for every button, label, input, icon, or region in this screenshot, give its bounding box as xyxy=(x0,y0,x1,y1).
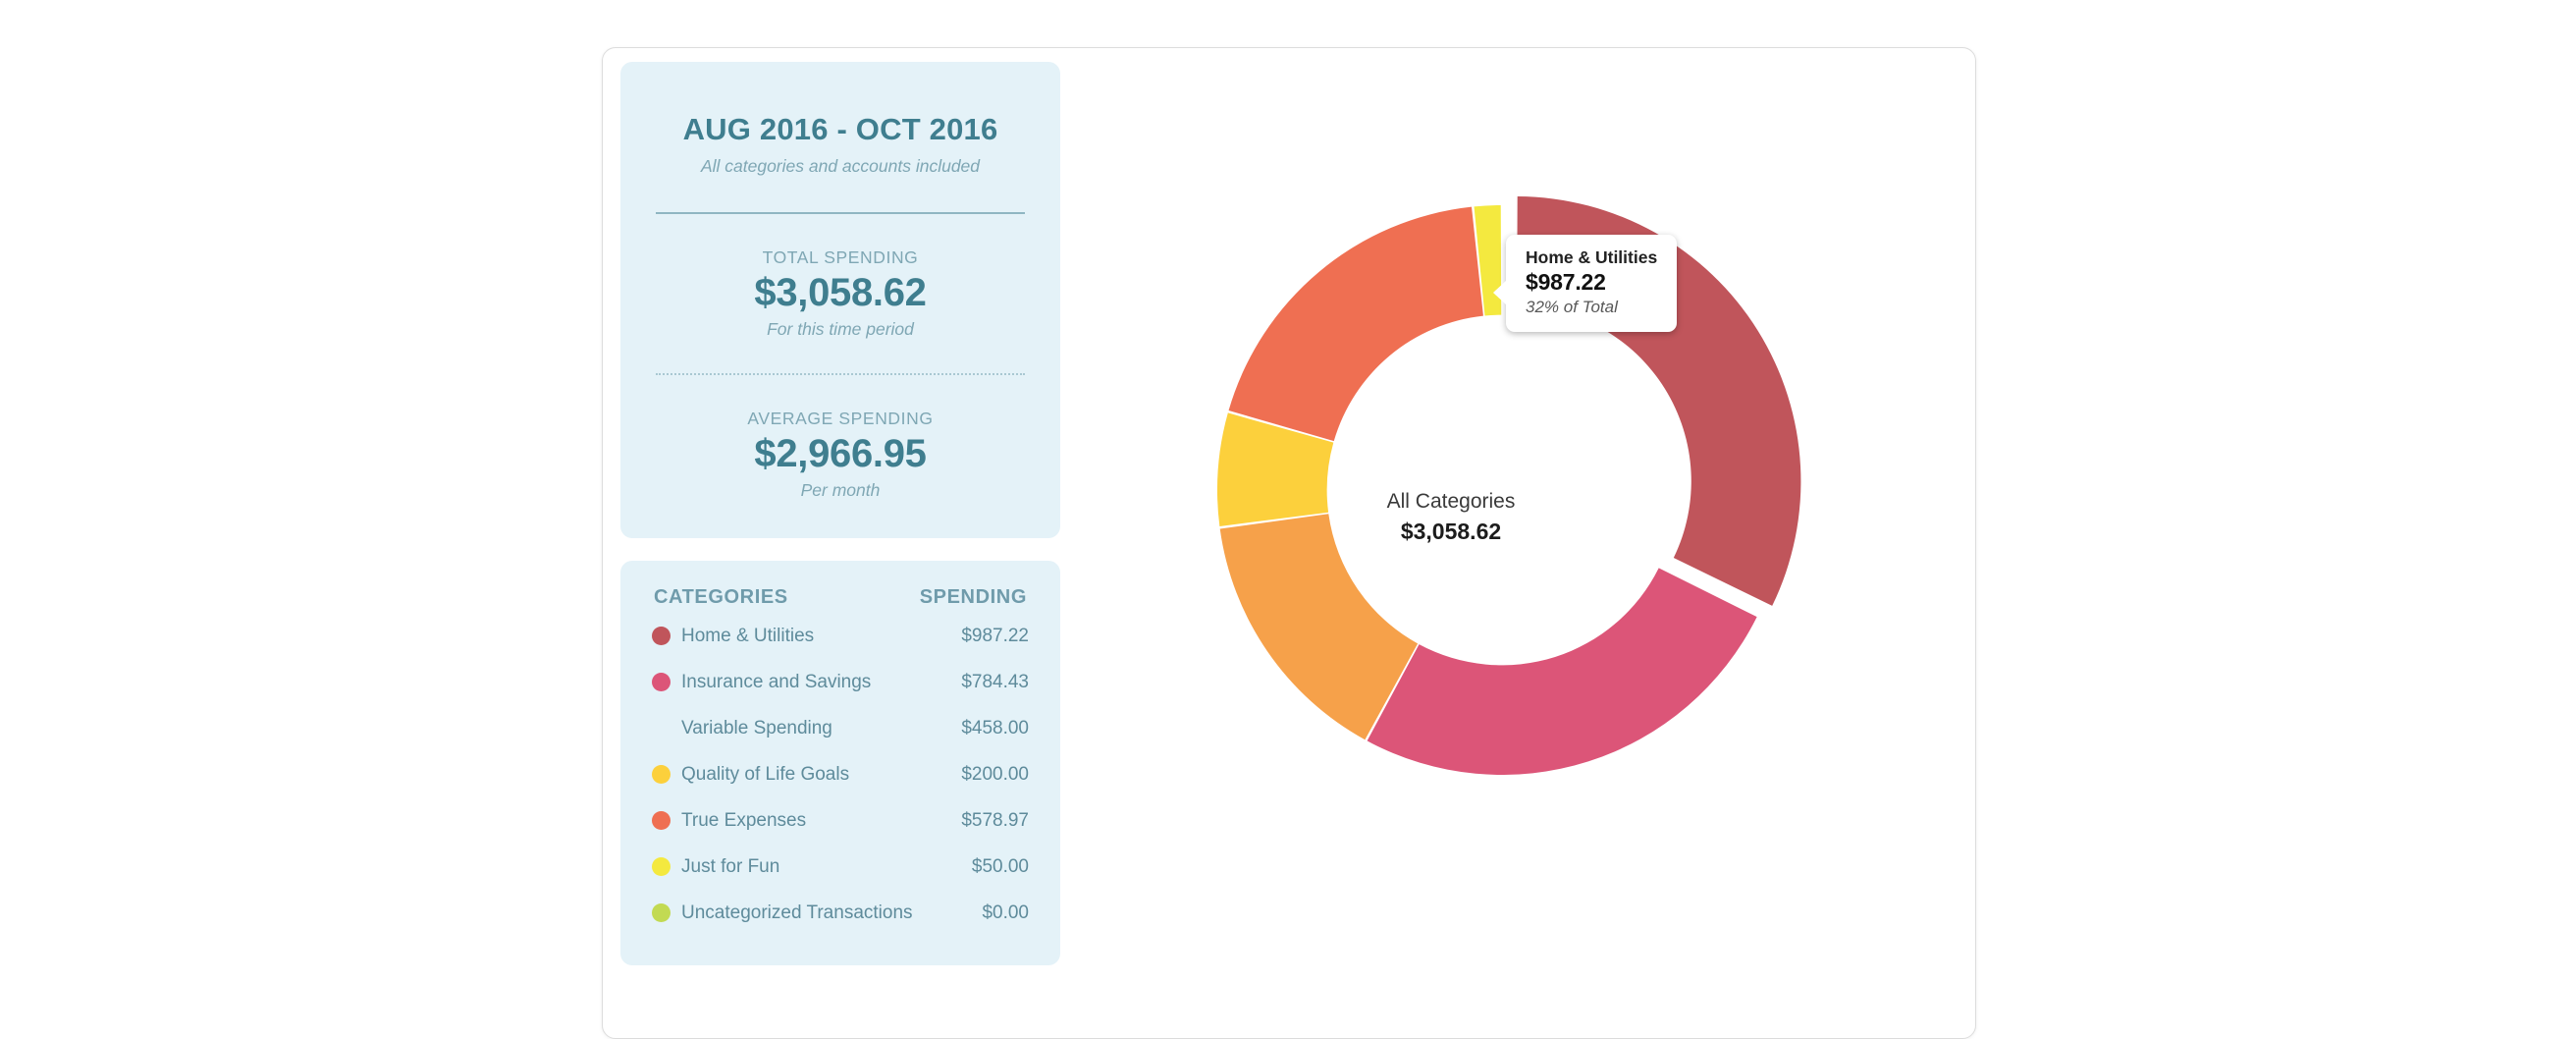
legend-row[interactable]: Just for Fun $50.00 xyxy=(652,844,1029,890)
total-spending-stat: TOTAL SPENDING $3,058.62 For this time p… xyxy=(652,247,1029,340)
legend-row[interactable]: Uncategorized Transactions $0.00 xyxy=(652,890,1029,936)
legend-color-swatch xyxy=(652,627,671,646)
tooltip-amount: $987.22 xyxy=(1526,269,1606,295)
donut-slice[interactable] xyxy=(1367,568,1757,776)
summary-divider-dotted xyxy=(656,373,1025,376)
legend-color-swatch xyxy=(652,811,671,831)
legend-category-amount: $458.00 xyxy=(961,717,1029,738)
legend-color-swatch xyxy=(652,719,671,738)
legend-category-amount: $0.00 xyxy=(982,902,1029,923)
legend-row[interactable]: Home & Utilities $987.22 xyxy=(652,613,1029,659)
summary-divider-solid xyxy=(656,212,1025,215)
legend-header-row: CATEGORIES SPENDING xyxy=(652,586,1029,613)
spending-report-card: AUG 2016 - OCT 2016 All categories and a… xyxy=(602,47,1976,1039)
legend-category-amount: $200.00 xyxy=(961,763,1029,785)
donut-slice[interactable] xyxy=(1228,206,1483,442)
tooltip-percent-of-total: 32% of Total xyxy=(1526,298,1618,316)
legend-category-amount: $987.22 xyxy=(961,625,1029,646)
legend-header-categories: CATEGORIES xyxy=(654,586,788,609)
legend-category-amount: $578.97 xyxy=(961,809,1029,831)
category-legend-panel: CATEGORIES SPENDING Home & Utilities $987… xyxy=(620,561,1060,966)
legend-category-name: True Expenses xyxy=(681,809,807,831)
legend-category-amount: $784.43 xyxy=(961,671,1029,692)
legend-row[interactable]: Quality of Life Goals $200.00 xyxy=(652,751,1029,797)
legend-category-name: Uncategorized Transactions xyxy=(681,902,913,923)
legend-color-swatch xyxy=(652,903,671,923)
legend-row-list: Home & Utilities $987.22 Insurance and Sav… xyxy=(652,613,1029,936)
total-spending-value: $3,058.62 xyxy=(754,271,927,315)
period-title: AUG 2016 - OCT 2016 xyxy=(682,112,998,146)
legend-header-spending: SPENDING xyxy=(919,586,1027,609)
donut-chart-area: All Categories $3,058.62 Home & Utilitie… xyxy=(1064,48,1975,1038)
legend-row[interactable]: Variable Spending $458.00 xyxy=(652,705,1029,751)
legend-category-name: Home & Utilities xyxy=(681,625,815,646)
legend-row[interactable]: True Expenses $578.97 xyxy=(652,797,1029,844)
legend-category-name: Variable Spending xyxy=(681,717,832,738)
average-spending-note: Per month xyxy=(800,480,881,501)
legend-color-swatch xyxy=(652,765,671,785)
legend-row[interactable]: Insurance and Savings $784.43 xyxy=(652,659,1029,705)
report-sidebar: AUG 2016 - OCT 2016 All categories and a… xyxy=(620,62,1060,966)
total-spending-label: TOTAL SPENDING xyxy=(762,247,919,268)
legend-color-swatch xyxy=(652,673,671,692)
slice-tooltip: Home & Utilities $987.22 32% of Total xyxy=(1492,235,1678,332)
legend-category-amount: $50.00 xyxy=(971,855,1029,877)
spending-donut-chart[interactable] xyxy=(1119,107,1905,893)
average-spending-label: AVERAGE SPENDING xyxy=(747,409,934,429)
legend-color-swatch xyxy=(652,857,671,877)
legend-category-name: Insurance and Savings xyxy=(681,671,872,692)
summary-panel: AUG 2016 - OCT 2016 All categories and a… xyxy=(620,62,1060,539)
period-subtitle: All categories and accounts included xyxy=(700,156,981,177)
legend-category-name: Quality of Life Goals xyxy=(681,763,850,785)
average-spending-stat: AVERAGE SPENDING $2,966.95 Per month xyxy=(652,409,1029,501)
average-spending-value: $2,966.95 xyxy=(754,432,927,476)
total-spending-note: For this time period xyxy=(767,319,914,340)
tooltip-category-name: Home & Utilities xyxy=(1526,247,1658,267)
legend-category-name: Just for Fun xyxy=(681,855,780,877)
